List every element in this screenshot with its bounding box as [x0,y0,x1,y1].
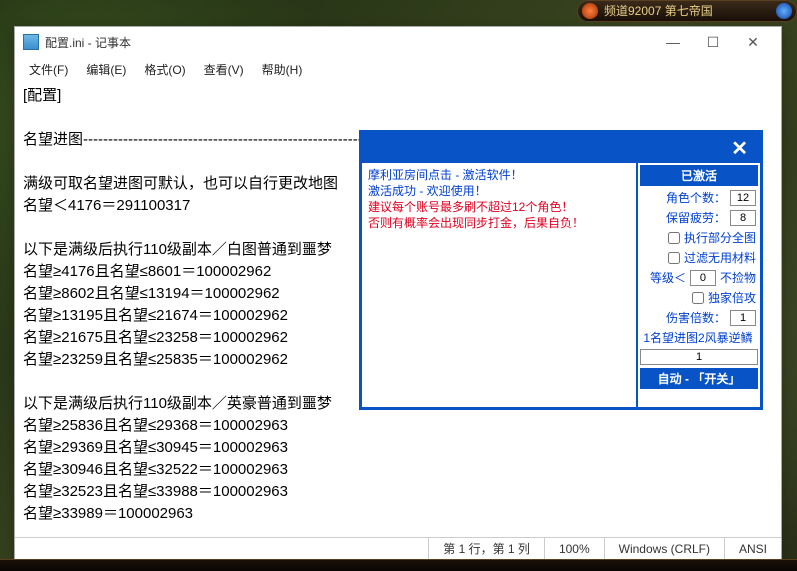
keep-fatigue-input[interactable] [730,210,756,226]
exec-partial-checkbox[interactable] [668,232,680,244]
notepad-icon [23,34,39,50]
menu-view[interactable]: 查看(V) [196,59,252,80]
activated-badge: 已激活 [640,165,758,186]
overlay-msg-4: 否则有概率会出现同步打金，后果自负！ [368,215,630,231]
mode-label: 1名望进图2风暴逆鳞 [643,329,752,346]
menu-file[interactable]: 文件(F) [21,59,76,80]
exclusive-checkbox[interactable] [692,292,704,304]
level-lt-label: 等级＜ [650,269,686,286]
tool-overlay-panel[interactable]: ✕ 摩利亚房间点击 - 激活软件！ 激活成功 - 欢迎使用！ 建议每个账号最多刷… [359,130,763,410]
menu-help[interactable]: 帮助(H) [254,59,311,80]
filter-useless-checkbox[interactable] [668,252,680,264]
no-pickup-label: 不捡物 [720,269,756,286]
statusbar: 第 1 行，第 1 列 100% Windows (CRLF) ANSI [15,537,781,559]
mode-input[interactable] [640,349,758,365]
overlay-message-area: 摩利亚房间点击 - 激活软件！ 激活成功 - 欢迎使用！ 建议每个账号最多刷不超… [362,163,636,407]
titlebar[interactable]: 配置.ini - 记事本 — ☐ ✕ [15,27,781,57]
role-count-input[interactable] [730,190,756,206]
status-eol: Windows (CRLF) [604,538,724,559]
overlay-msg-3: 建议每个账号最多刷不超过12个角色！ [368,199,630,215]
channel-text: 频道92007 第七帝国 [604,4,713,18]
dmg-mult-input[interactable] [730,310,756,326]
overlay-titlebar[interactable]: ✕ [362,133,760,163]
keep-fatigue-label: 保留疲劳： [666,209,726,226]
menubar: 文件(F) 编辑(E) 格式(O) 查看(V) 帮助(H) [15,57,781,81]
role-count-label: 角色个数： [666,189,726,206]
status-zoom: 100% [544,538,604,559]
menu-format[interactable]: 格式(O) [136,59,193,80]
overlay-msg-2: 激活成功 - 欢迎使用！ [368,183,630,199]
exclusive-label: 独家倍攻 [708,289,756,306]
dmg-mult-label: 伤害倍数： [666,309,726,326]
exec-partial-label: 执行部分全图 [684,229,756,246]
status-enc: ANSI [724,538,781,559]
overlay-controls: 已激活 角色个数： 保留疲劳： 执行部分全图 过滤无用材料 等级＜ 不捡物 [636,163,760,407]
filter-useless-label: 过滤无用材料 [684,249,756,266]
auto-toggle-button[interactable]: 自动 - 「开关」 [640,368,758,389]
maximize-button[interactable]: ☐ [693,29,733,55]
overlay-msg-1: 摩利亚房间点击 - 激活软件！ [368,167,630,183]
level-lt-input[interactable] [690,270,716,286]
status-pos: 第 1 行，第 1 列 [428,538,544,559]
minimize-button[interactable]: — [653,29,693,55]
close-button[interactable]: ✕ [733,29,773,55]
window-title: 配置.ini - 记事本 [45,34,653,51]
game-bottom-bar [0,559,797,571]
overlay-close-icon[interactable]: ✕ [725,136,754,161]
game-channel-header: 频道92007 第七帝国 [577,0,797,22]
menu-edit[interactable]: 编辑(E) [78,59,134,80]
